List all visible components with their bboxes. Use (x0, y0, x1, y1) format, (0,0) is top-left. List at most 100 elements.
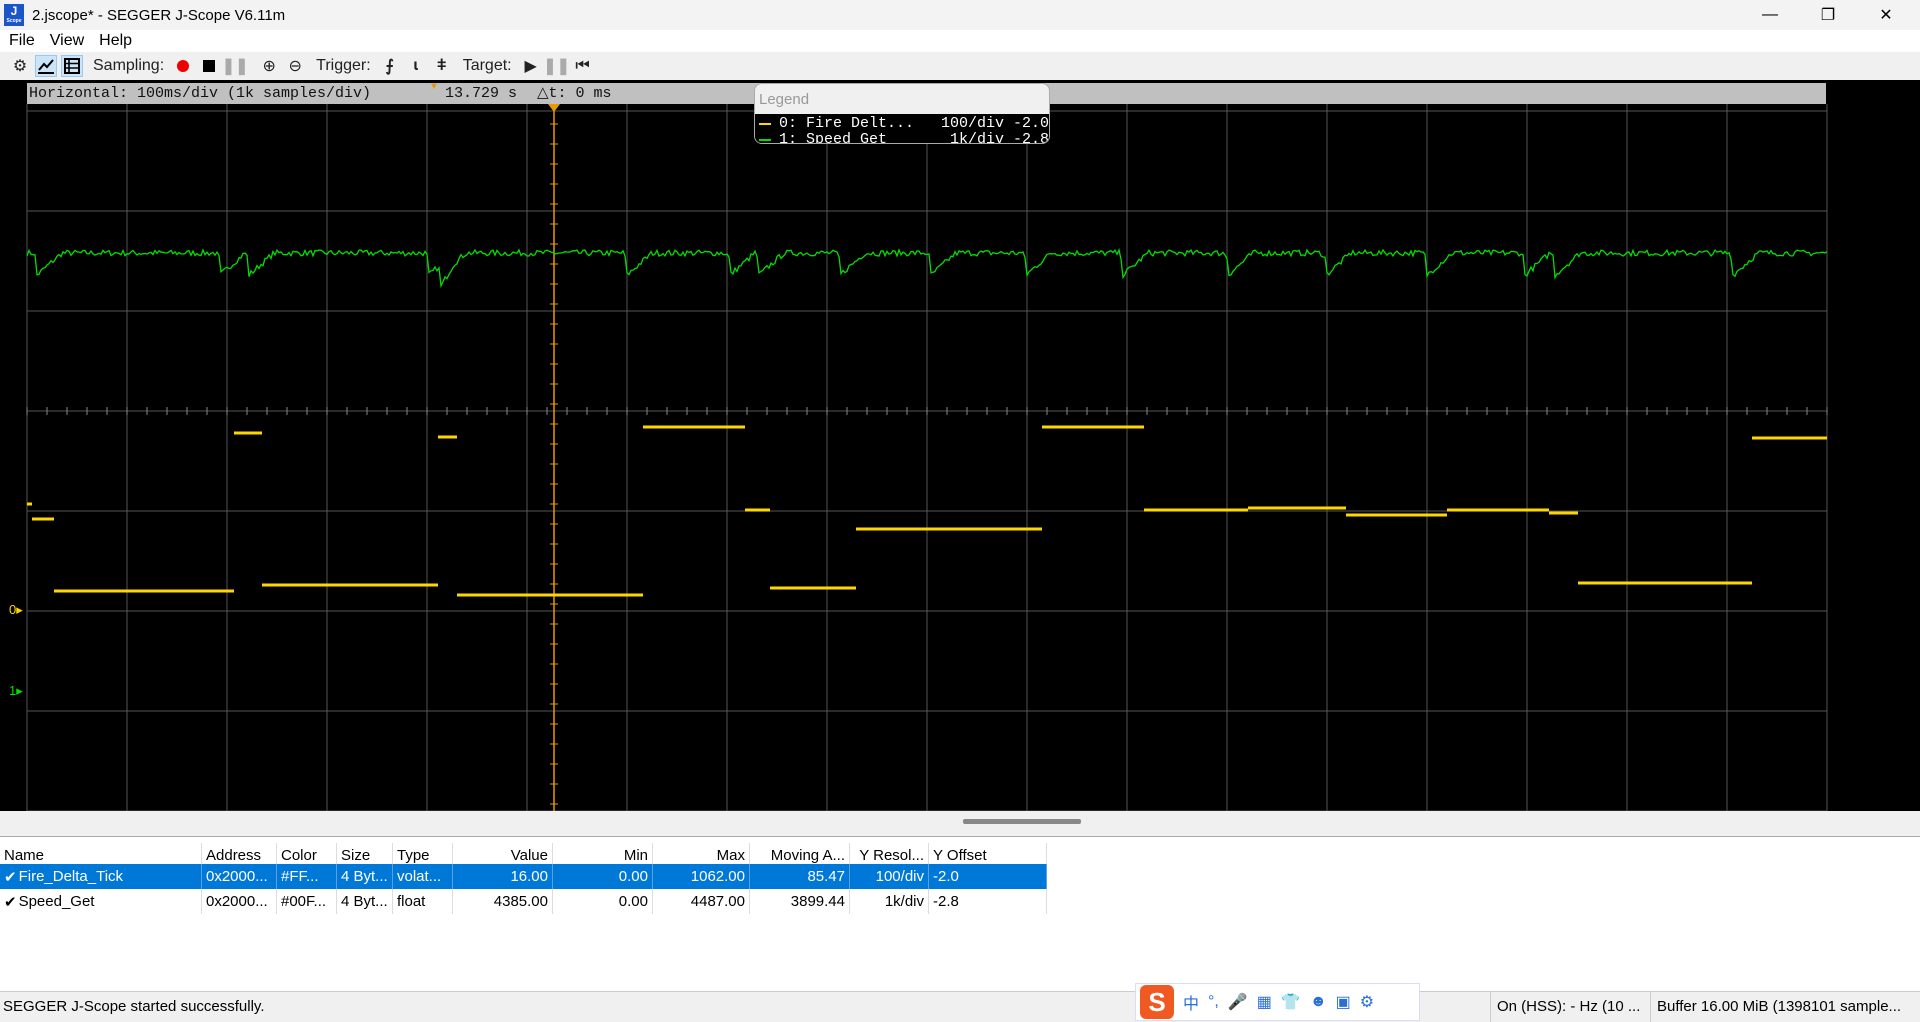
minimize-button[interactable]: — (1747, 0, 1793, 30)
channel-0-marker[interactable]: 0▸ (9, 602, 23, 618)
ime-logo[interactable]: S (1140, 985, 1174, 1019)
cell-text: #FF... (281, 868, 319, 885)
target-label: Target: (462, 57, 512, 74)
channel-1-marker[interactable]: 1▸ (9, 683, 23, 699)
checkmark-icon[interactable]: ✔ (4, 868, 17, 886)
legend-swatch (759, 139, 771, 141)
cell-name[interactable]: ✔ Fire_Delta_Tick (0, 864, 202, 889)
ime-skin-icon[interactable]: 👕 (1281, 992, 1301, 1012)
cell-y-offset[interactable]: -2.8 (929, 889, 1047, 914)
cell-moving-a[interactable]: 85.47 (750, 864, 850, 889)
cell-text: -2.8 (933, 893, 959, 910)
app-icon-letter: J (10, 4, 18, 18)
cell-value[interactable]: 16.00 (453, 864, 553, 889)
app-icon: J Scope (4, 4, 24, 26)
trigger-falling-icon[interactable]: ɩ (405, 55, 427, 77)
legend-item: 0: Fire Delt... 100/div -2.0 (755, 116, 1049, 132)
cell-name[interactable]: ✔ Speed_Get (0, 889, 202, 914)
cell-text: Name (4, 847, 45, 864)
legend-text: 0: Fire Delt... 100/div -2.0 (778, 115, 1049, 132)
table-view-icon[interactable] (61, 55, 83, 77)
ime-mic-icon[interactable]: 🎤 (1228, 992, 1248, 1012)
cell-min[interactable]: 0.00 (553, 889, 653, 914)
delta-time: △t: 0 ms (537, 85, 612, 102)
horizontal-scale: Horizontal: 100ms/div (1k samples/div) (29, 85, 372, 102)
cell-text: -2.0 (933, 868, 959, 885)
scope-view-icon[interactable] (35, 55, 57, 77)
legend-item: 1: Speed Get 1k/div -2.8 (755, 131, 1049, 144)
zoom-in-icon[interactable]: ⊕ (258, 55, 280, 77)
ime-punctuation-icon[interactable]: °, (1208, 993, 1219, 1011)
cell-min[interactable]: 0.00 (553, 864, 653, 889)
cell-y-offset[interactable]: -2.0 (929, 864, 1047, 889)
cell-text: Y Offset (933, 847, 987, 864)
pause-icon[interactable]: ❚❚ (222, 55, 249, 77)
cursor-time: 13.729 s (445, 85, 518, 102)
sampling-label: Sampling: (93, 57, 165, 74)
cell-text: 100/div (875, 868, 924, 885)
trigger-both-icon[interactable]: ǂ (431, 55, 453, 77)
cell-text: 4 Byt... (341, 893, 388, 910)
trigger-rising-icon[interactable]: ⨍ (379, 55, 401, 77)
ime-chinese-icon[interactable]: 中 (1183, 990, 1199, 1014)
scope-area[interactable] (0, 80, 1920, 811)
splitter[interactable] (0, 811, 1920, 836)
cell-max[interactable]: 4487.00 (653, 889, 750, 914)
legend-title: Legend (755, 84, 1049, 114)
ime-toolbar: S 中 °, 🎤 ▦ 👕 ☻ ▣ ⚙ (1135, 983, 1420, 1021)
cell-type[interactable]: float (393, 889, 453, 914)
buffer-status: Buffer 16.00 MiB (1398101 sample... (1650, 992, 1920, 1022)
cell-max[interactable]: 1062.00 (653, 864, 750, 889)
cell-address[interactable]: 0x2000... (202, 864, 277, 889)
cell-size[interactable]: 4 Byt... (337, 889, 393, 914)
cell-value[interactable]: 4385.00 (453, 889, 553, 914)
cell-text: Min (623, 847, 648, 864)
legend-text: 1: Speed Get 1k/div -2.8 (778, 131, 1049, 144)
settings-gear-icon[interactable]: ⚙ (9, 55, 31, 77)
menu-file[interactable]: File (9, 32, 35, 50)
cell-text: 3899.44 (790, 893, 845, 910)
cell-y-resol[interactable]: 1k/div (850, 889, 929, 914)
table-row[interactable]: ✔ Speed_Get 0x2000... #00F... 4 Byt... float 4… (0, 889, 1047, 914)
play-icon[interactable]: ▶ (520, 55, 542, 77)
scope-plot[interactable] (0, 80, 1920, 811)
ime-settings-icon[interactable]: ⚙ (1360, 992, 1374, 1012)
app-icon-sub: Scope (6, 18, 22, 24)
channel-table: Name Address Color Size Type Value Min Max Movin… (0, 836, 1920, 991)
cell-size[interactable]: 4 Byt... (337, 864, 393, 889)
table-row[interactable]: ✔ Fire_Delta_Tick 0x2000... #FF... 4 Byt... v… (0, 864, 1047, 889)
restore-button[interactable]: ❐ (1805, 0, 1851, 30)
cell-color[interactable]: #FF... (277, 864, 337, 889)
cell-text: 16.00 (510, 868, 548, 885)
cell-text: Value (510, 847, 548, 864)
record-icon[interactable] (172, 55, 194, 77)
cell-text: 1062.00 (690, 868, 745, 885)
cell-color[interactable]: #00F... (277, 889, 337, 914)
target-pause-icon[interactable]: ❚❚ (543, 55, 570, 77)
ime-apps-icon[interactable]: ▣ (1336, 992, 1351, 1012)
checkmark-icon[interactable]: ✔ (4, 893, 17, 911)
menu-view[interactable]: View (50, 32, 84, 50)
cell-text: Speed_Get (18, 893, 95, 910)
cell-address[interactable]: 0x2000... (202, 889, 277, 914)
ime-keyboard-icon[interactable]: ▦ (1257, 992, 1272, 1012)
ime-bot-icon[interactable]: ☻ (1310, 993, 1327, 1011)
cell-text: 0x2000... (206, 893, 268, 910)
menu-help[interactable]: Help (99, 32, 132, 50)
cell-type[interactable]: volat... (393, 864, 453, 889)
zoom-out-icon[interactable]: ⊖ (284, 55, 306, 77)
cell-moving-a[interactable]: 3899.44 (750, 889, 850, 914)
cell-text: 0.00 (618, 893, 648, 910)
splitter-grip[interactable] (963, 819, 1081, 824)
menu-bar: File View Help (0, 30, 1920, 52)
legend-panel[interactable]: Legend 0: Fire Delt... 100/div -2.0 1: S… (754, 83, 1050, 144)
close-button[interactable]: ✕ (1863, 0, 1909, 30)
cell-text: 4385.00 (493, 893, 548, 910)
stop-icon[interactable] (198, 55, 220, 77)
cell-text: Color (281, 847, 317, 864)
toolbar: ⚙ Sampling: ❚❚ ⊕ ⊖ Trigger: ⨍ ɩ ǂ Target… (0, 52, 1920, 80)
title-bar: J Scope 2.jscope* - SEGGER J-Scope V6.11m… (0, 0, 1920, 30)
reset-icon[interactable]: ⏮ (572, 55, 594, 77)
cell-y-resol[interactable]: 100/div (850, 864, 929, 889)
trigger-label: Trigger: (316, 57, 371, 74)
